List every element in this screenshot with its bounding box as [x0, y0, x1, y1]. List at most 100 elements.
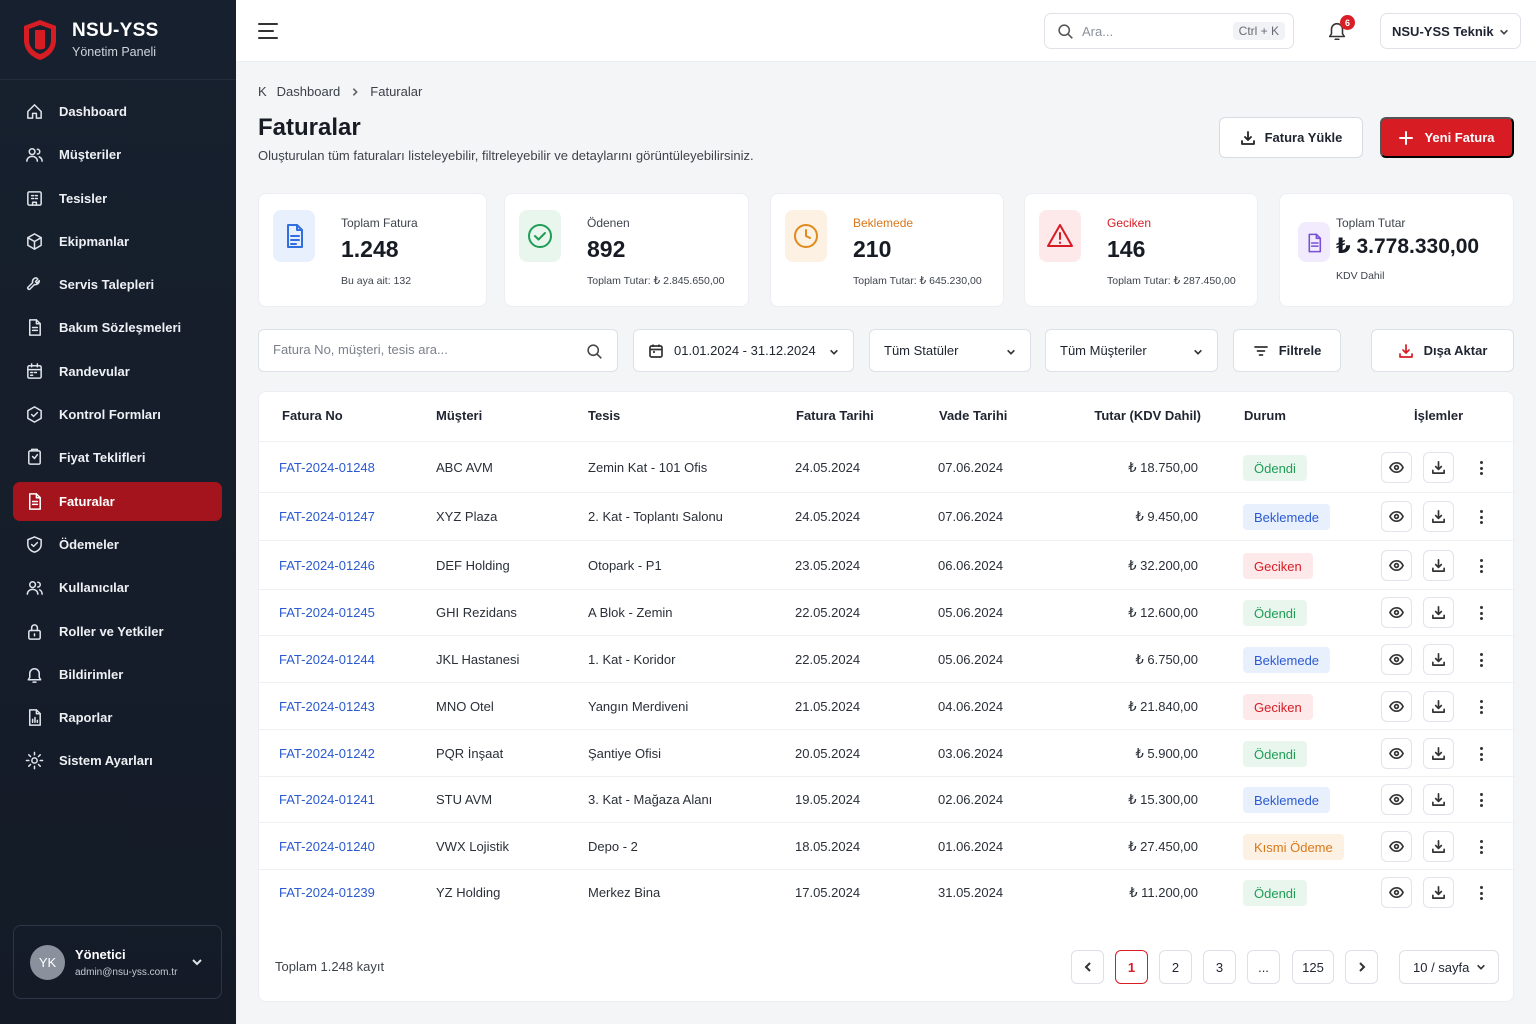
sidebar-item-randevular[interactable]: Randevular [13, 352, 222, 391]
table-row[interactable]: FAT-2024-01240 VWX Lojistik Depo - 2 18.05.… [259, 822, 1515, 869]
export-button[interactable]: Dışa Aktar [1371, 329, 1514, 372]
invoice-number-link[interactable]: FAT-2024-01241 [279, 792, 375, 807]
sidebar-item-bildirimler[interactable]: Bildirimler [13, 655, 222, 694]
download-button[interactable] [1423, 452, 1454, 483]
new-invoice-button[interactable]: Yeni Fatura [1380, 117, 1514, 158]
invoice-number-link[interactable]: FAT-2024-01247 [279, 509, 375, 524]
view-button[interactable] [1381, 501, 1412, 532]
more-options-icon[interactable] [1474, 650, 1488, 670]
more-options-icon[interactable] [1474, 603, 1488, 623]
status-filter[interactable]: Tüm Statüler [869, 329, 1031, 372]
breadcrumb-root[interactable]: K [258, 84, 267, 99]
download-button[interactable] [1423, 877, 1454, 908]
stat-label: Toplam Fatura [341, 216, 418, 230]
view-button[interactable] [1381, 691, 1412, 722]
sidebar-item-kontrol-formları[interactable]: Kontrol Formları [13, 395, 222, 434]
date-range-picker[interactable]: 01.01.2024 - 31.12.2024 [633, 329, 854, 372]
download-button[interactable] [1423, 597, 1454, 628]
more-options-icon[interactable] [1474, 697, 1488, 717]
sidebar-item-ekipmanlar[interactable]: Ekipmanlar [13, 222, 222, 261]
stat-card-toplam-fatura[interactable]: Toplam Fatura 1.248 Bu aya ait: 132 [258, 193, 487, 307]
page-button[interactable]: 125 [1292, 950, 1334, 984]
eye-icon [1389, 606, 1404, 619]
stat-card-toplam-tutar[interactable]: Toplam Tutar ₺ 3.778.330,00 KDV Dahil [1279, 193, 1514, 307]
download-button[interactable] [1423, 644, 1454, 675]
brand-subtitle: Yönetim Paneli [72, 45, 157, 59]
download-button[interactable] [1423, 550, 1454, 581]
page-button[interactable]: 1 [1115, 950, 1148, 984]
table-row[interactable]: FAT-2024-01247 XYZ Plaza 2. Kat - Toplantı… [259, 492, 1515, 540]
sidebar-item-sistem-ayarları[interactable]: Sistem Ayarları [13, 741, 222, 780]
table-row[interactable]: FAT-2024-01242 PQR İnşaat Şantiye Ofisi 20.… [259, 729, 1515, 776]
global-search-input[interactable] [1082, 23, 1222, 39]
sidebar-item-roller-ve-yetkiler[interactable]: Roller ve Yetkiler [13, 612, 222, 651]
invoice-number-link[interactable]: FAT-2024-01242 [279, 746, 375, 761]
notification-badge: 6 [1340, 15, 1355, 30]
page-button[interactable]: 3 [1203, 950, 1236, 984]
table-row[interactable]: FAT-2024-01246 DEF Holding Otopark - P1 23.… [259, 540, 1515, 589]
stat-card-beklemede[interactable]: Beklemede 210 Toplam Tutar: ₺ 645.230,00 [770, 193, 1004, 307]
download-button[interactable] [1423, 784, 1454, 815]
stat-card-geciken[interactable]: Geciken 146 Toplam Tutar: ₺ 287.450,00 [1024, 193, 1258, 307]
customer-filter[interactable]: Tüm Müşteriler [1045, 329, 1218, 372]
invoice-search-input[interactable] [273, 342, 563, 357]
stat-card-ödenen[interactable]: Ödenen 892 Toplam Tutar: ₺ 2.845.650,00 [504, 193, 749, 307]
sidebar-item-dashboard[interactable]: Dashboard [13, 92, 222, 131]
invoice-number-link[interactable]: FAT-2024-01244 [279, 652, 375, 667]
view-button[interactable] [1381, 550, 1412, 581]
table-row[interactable]: FAT-2024-01244 JKL Hastanesi 1. Kat - Kori… [259, 635, 1515, 682]
sidebar-item-ödemeler[interactable]: Ödemeler [13, 525, 222, 564]
more-options-icon[interactable] [1474, 556, 1488, 576]
sidebar-item-fiyat-teklifleri[interactable]: Fiyat Teklifleri [13, 438, 222, 477]
table-row[interactable]: FAT-2024-01239 YZ Holding Merkez Bina 17.05… [259, 869, 1515, 915]
user-menu[interactable]: YK Yönetici admin@nsu-yss.com.tr [13, 925, 222, 999]
sidebar-item-müşteriler[interactable]: Müşteriler [13, 135, 222, 174]
view-button[interactable] [1381, 831, 1412, 862]
download-button[interactable] [1423, 738, 1454, 769]
view-button[interactable] [1381, 877, 1412, 908]
global-search[interactable]: Ctrl + K [1044, 13, 1294, 49]
brand[interactable]: NSU-YSS Yönetim Paneli [0, 0, 236, 80]
sidebar-item-raporlar[interactable]: Raporlar [13, 698, 222, 737]
more-options-icon[interactable] [1474, 744, 1488, 764]
chevron-down-icon [1007, 349, 1015, 355]
invoice-search[interactable] [258, 329, 618, 372]
page-button[interactable]: 2 [1159, 950, 1192, 984]
menu-toggle-icon[interactable] [258, 22, 278, 40]
next-page-button[interactable] [1345, 950, 1378, 984]
sidebar-item-faturalar[interactable]: Faturalar [13, 481, 222, 521]
breadcrumb-dashboard[interactable]: Dashboard [277, 84, 341, 99]
sidebar-item-servis-talepleri[interactable]: Servis Talepleri [13, 265, 222, 304]
sidebar-item-bakım-sözleşmeleri[interactable]: Bakım Sözleşmeleri [13, 308, 222, 347]
sidebar-item-kullanıcılar[interactable]: Kullanıcılar [13, 568, 222, 607]
table-row[interactable]: FAT-2024-01248 ABC AVM Zemin Kat - 101 Ofi… [259, 441, 1515, 492]
view-button[interactable] [1381, 597, 1412, 628]
invoice-number-link[interactable]: FAT-2024-01239 [279, 885, 375, 900]
more-options-icon[interactable] [1474, 790, 1488, 810]
download-button[interactable] [1423, 831, 1454, 862]
table-row[interactable]: FAT-2024-01241 STU AVM 3. Kat - Mağaza Ala… [259, 776, 1515, 822]
invoice-number-link[interactable]: FAT-2024-01245 [279, 605, 375, 620]
prev-page-button[interactable] [1071, 950, 1104, 984]
download-button[interactable] [1423, 691, 1454, 722]
table-row[interactable]: FAT-2024-01243 MNO Otel Yangın Merdiveni 21… [259, 682, 1515, 729]
more-options-icon[interactable] [1474, 883, 1488, 903]
invoice-number-link[interactable]: FAT-2024-01246 [279, 558, 375, 573]
page-size-select[interactable]: 10 / sayfa [1399, 950, 1499, 984]
view-button[interactable] [1381, 644, 1412, 675]
invoice-number-link[interactable]: FAT-2024-01248 [279, 460, 375, 475]
more-options-icon[interactable] [1474, 507, 1488, 527]
view-button[interactable] [1381, 738, 1412, 769]
filter-button[interactable]: Filtrele [1233, 329, 1341, 372]
view-button[interactable] [1381, 452, 1412, 483]
sidebar-item-tesisler[interactable]: Tesisler [13, 179, 222, 218]
org-selector[interactable]: NSU-YSS Teknik [1380, 13, 1521, 49]
more-options-icon[interactable] [1474, 837, 1488, 857]
view-button[interactable] [1381, 784, 1412, 815]
table-row[interactable]: FAT-2024-01245 GHI Rezidans A Blok - Zemin… [259, 589, 1515, 635]
invoice-number-link[interactable]: FAT-2024-01240 [279, 839, 375, 854]
invoice-number-link[interactable]: FAT-2024-01243 [279, 699, 375, 714]
download-button[interactable] [1423, 501, 1454, 532]
more-options-icon[interactable] [1474, 458, 1488, 478]
upload-invoice-button[interactable]: Fatura Yükle [1219, 117, 1363, 158]
